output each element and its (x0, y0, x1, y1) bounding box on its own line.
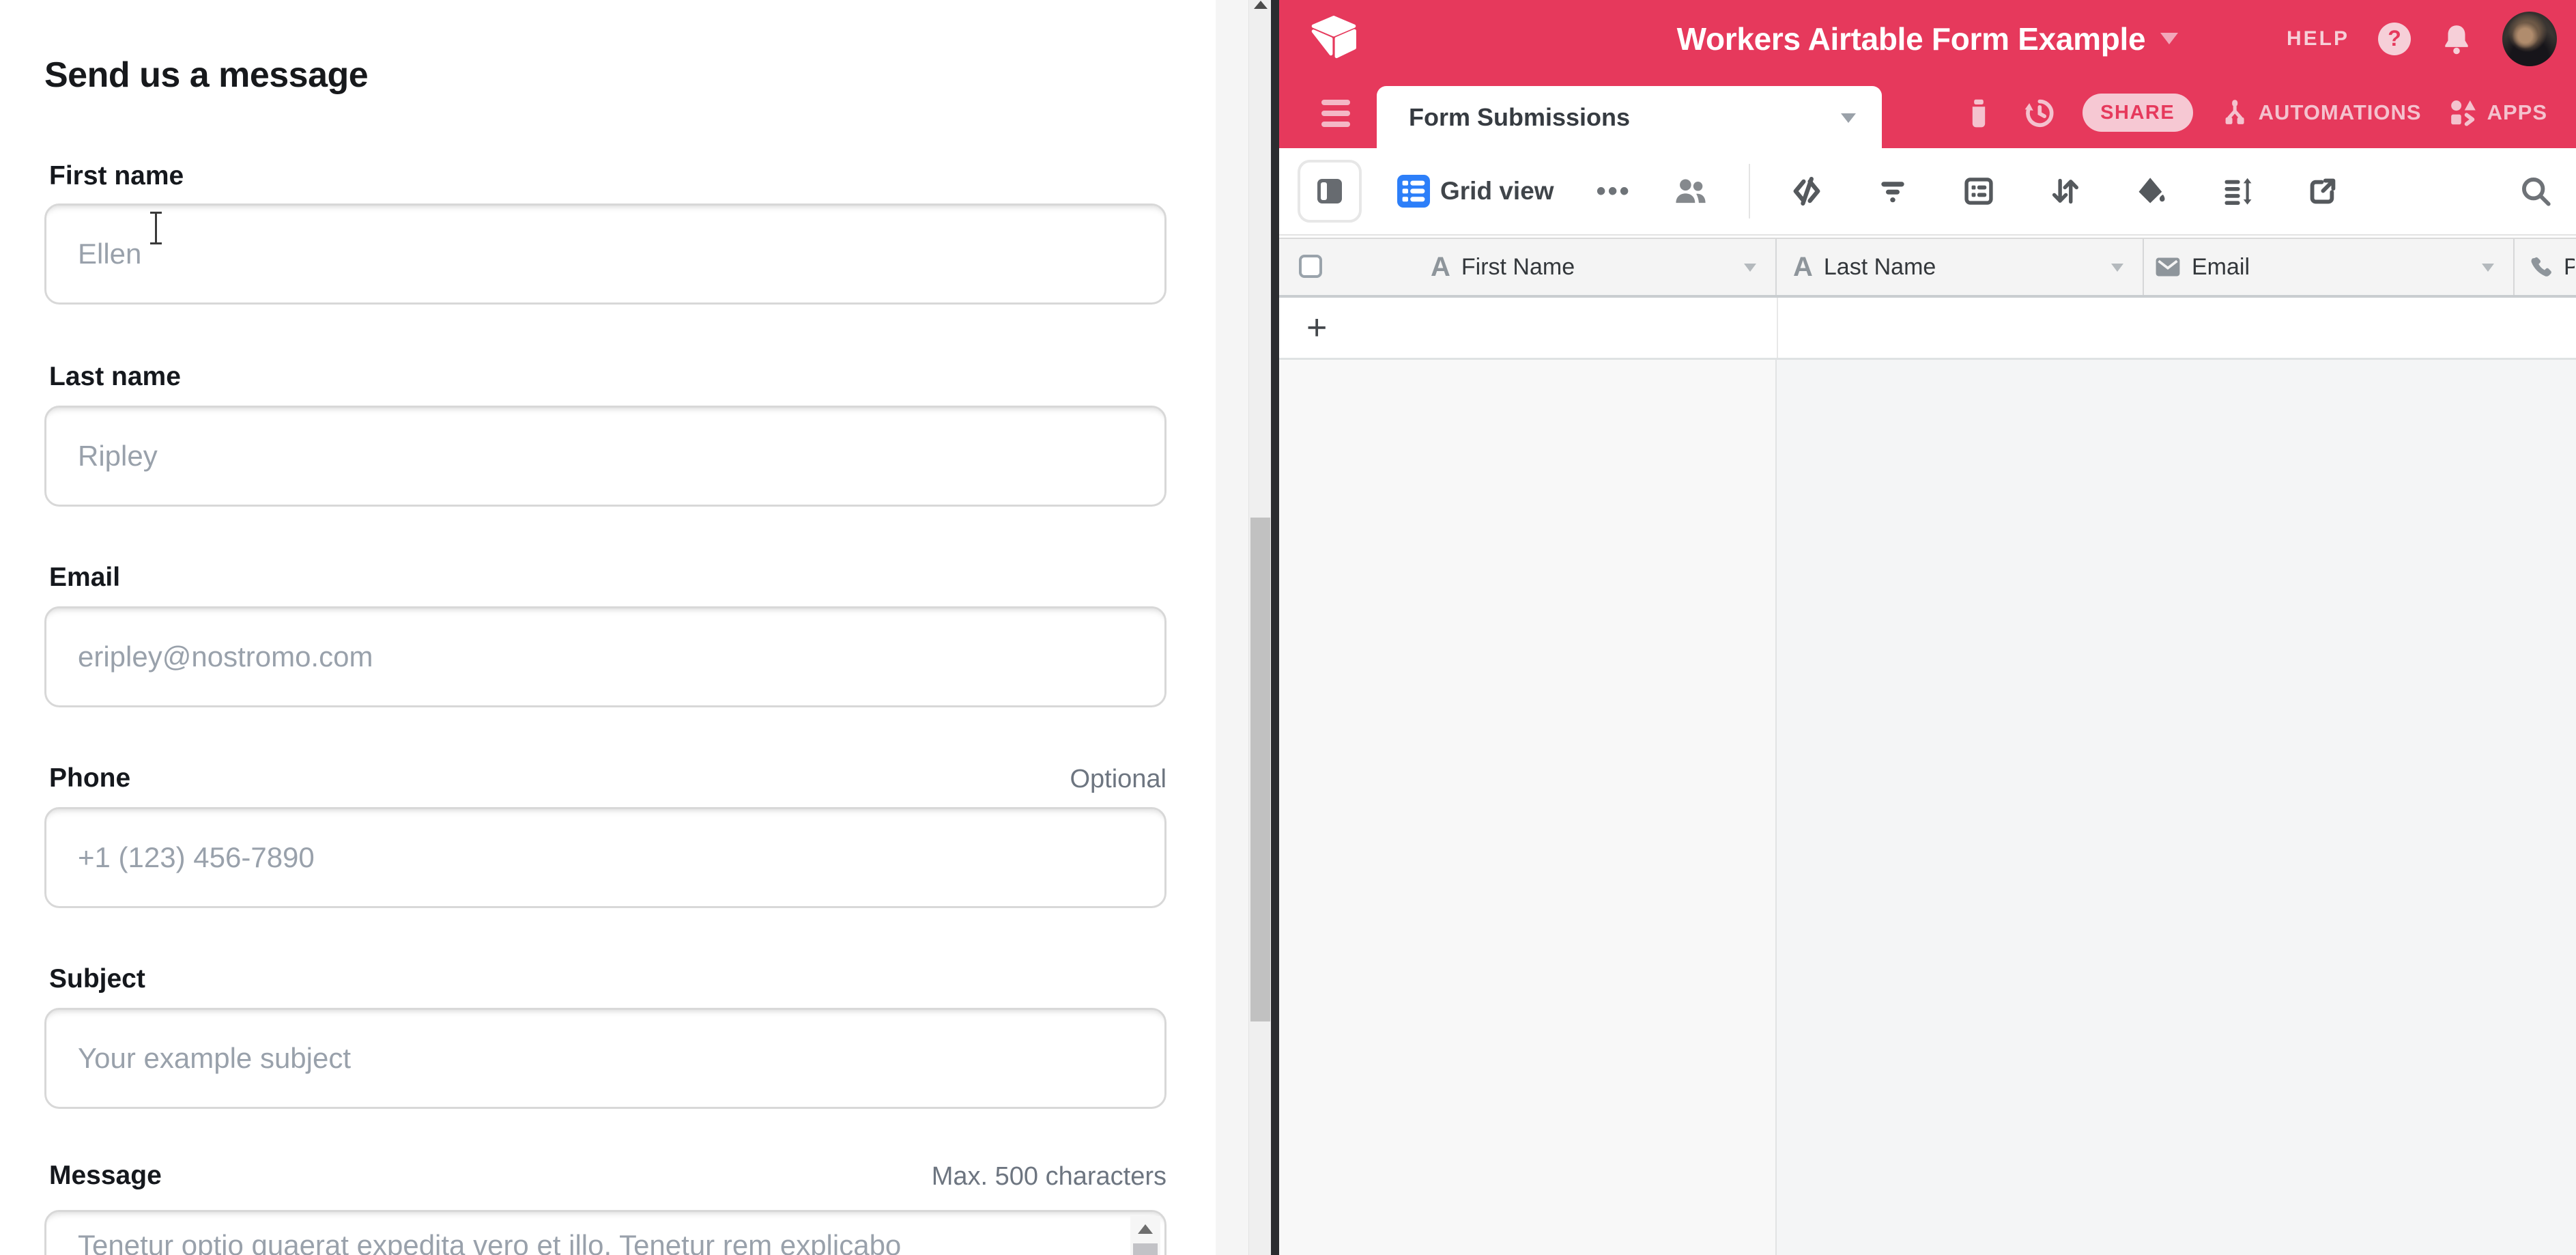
text-cursor-ibeam (149, 212, 162, 244)
screen: Send us a message First name Last name E… (0, 0, 2576, 1255)
column-dropdown-caret-icon[interactable] (2482, 264, 2494, 272)
share-view-icon[interactable] (2306, 174, 2340, 208)
last-name-label: Last name (49, 362, 181, 392)
grid-view-button[interactable]: Grid view (1397, 175, 1554, 208)
filter-icon[interactable] (1876, 174, 1910, 208)
airtable-window: Workers Airtable Form Example HELP ? (1279, 0, 2576, 1255)
text-field-type-icon: A (1431, 253, 1450, 281)
subject-label: Subject (49, 964, 145, 994)
column-name: Email (2192, 254, 2250, 281)
sidebar-toggle-icon (1317, 179, 1342, 203)
share-button[interactable]: SHARE (2083, 94, 2193, 132)
more-options-icon[interactable]: ••• (1597, 176, 1631, 207)
column-header-phone[interactable]: Phone (2515, 239, 2575, 295)
column-dropdown-caret-icon[interactable] (1744, 264, 1756, 272)
base-title[interactable]: Workers Airtable Form Example (1677, 20, 2146, 57)
table-tab-caret-icon[interactable] (1841, 113, 1856, 123)
group-icon[interactable] (1962, 174, 1996, 208)
form-heading: Send us a message (44, 55, 368, 96)
phone-field-type-icon (2528, 255, 2553, 279)
sort-icon[interactable] (2048, 174, 2082, 208)
apps-button[interactable]: APPS (2448, 97, 2547, 128)
contact-form-pane: Send us a message First name Last name E… (0, 0, 1216, 1255)
message-max-note: Max. 500 characters (932, 1162, 1167, 1191)
column-header-last-name[interactable]: A Last Name (1777, 239, 2144, 295)
fill-color-icon[interactable] (2134, 174, 2168, 208)
toolbar-divider (1749, 164, 1750, 218)
message-placeholder: Tenetur optio quaerat expedita vero et i… (78, 1227, 1089, 1255)
tab-form-submissions[interactable]: Form Submissions (1377, 86, 1882, 148)
user-avatar[interactable] (2502, 12, 2557, 66)
help-button[interactable]: HELP (2287, 27, 2349, 51)
grid-view-icon (1397, 175, 1430, 208)
table-tab-label: Form Submissions (1409, 103, 1630, 132)
add-row[interactable]: + (1279, 298, 2576, 360)
phone-input[interactable] (44, 807, 1167, 908)
column-header-first-name[interactable]: A First Name (1279, 239, 1777, 295)
text-field-type-icon: A (1793, 253, 1813, 281)
column-header-email[interactable]: Email (2144, 239, 2515, 295)
airtable-tabbar: Form Submissions SHARE (1279, 77, 2576, 148)
row-height-icon[interactable] (2220, 174, 2254, 208)
email-field-type-icon (2155, 256, 2181, 278)
notifications-bell-icon[interactable] (2439, 22, 2474, 56)
phone-label: Phone (49, 763, 130, 793)
page-scrollbar-thumb[interactable] (1250, 518, 1270, 1021)
email-input[interactable] (44, 606, 1167, 707)
scroll-up-arrow-icon[interactable] (1254, 1, 1268, 9)
view-toolbar: Grid view ••• (1279, 148, 2576, 236)
select-all-checkbox[interactable] (1299, 255, 1322, 278)
automations-icon (2219, 97, 2250, 128)
history-icon[interactable] (2021, 95, 2057, 130)
grid-body-rest (1777, 360, 2576, 1255)
first-name-input[interactable] (44, 203, 1167, 305)
first-name-label: First name (49, 161, 184, 191)
view-name-label: Grid view (1440, 177, 1554, 206)
column-name: Last Name (1824, 254, 1936, 281)
grid-header-row: A First Name A Last Name Email (1279, 238, 2576, 298)
automations-button[interactable]: AUTOMATIONS (2219, 97, 2422, 128)
message-label: Message (49, 1161, 162, 1191)
page-scrollbar[interactable] (1248, 0, 1271, 1255)
subject-input[interactable] (44, 1008, 1167, 1109)
phone-optional-note: Optional (1070, 765, 1167, 794)
airtable-topbar: Workers Airtable Form Example HELP ? (1279, 0, 2576, 77)
grid-body (1279, 360, 2576, 1255)
window-divider (1271, 0, 1279, 1255)
scroll-up-arrow-icon[interactable] (1138, 1224, 1153, 1234)
apps-icon (2448, 97, 2479, 128)
add-row-plus-icon[interactable]: + (1306, 307, 1327, 348)
hide-fields-icon[interactable] (1790, 174, 1824, 208)
grid-body-primary-column (1279, 360, 1777, 1255)
sidebar-menu-icon[interactable] (1321, 100, 1350, 127)
automations-label: AUTOMATIONS (2259, 100, 2422, 125)
view-sidebar-toggle-button[interactable] (1298, 160, 1362, 223)
trash-icon[interactable] (1962, 96, 1995, 129)
column-dropdown-caret-icon[interactable] (2111, 264, 2123, 272)
column-divider-line (1777, 298, 1778, 358)
search-icon[interactable] (2519, 174, 2553, 208)
message-scrollbar[interactable] (1130, 1216, 1160, 1255)
help-question-icon[interactable]: ? (2378, 23, 2411, 55)
base-title-caret-icon[interactable] (2160, 33, 2178, 44)
column-name: First Name (1461, 254, 1575, 281)
collaborators-icon[interactable] (1672, 173, 1709, 210)
message-scrollbar-thumb[interactable] (1133, 1243, 1158, 1255)
form-pane-gutter (1216, 0, 1248, 1255)
message-textarea[interactable]: Tenetur optio quaerat expedita vero et i… (44, 1210, 1167, 1255)
email-label: Email (49, 563, 120, 593)
apps-label: APPS (2487, 100, 2547, 125)
last-name-input[interactable] (44, 406, 1167, 507)
column-name: Phone (2564, 254, 2575, 281)
